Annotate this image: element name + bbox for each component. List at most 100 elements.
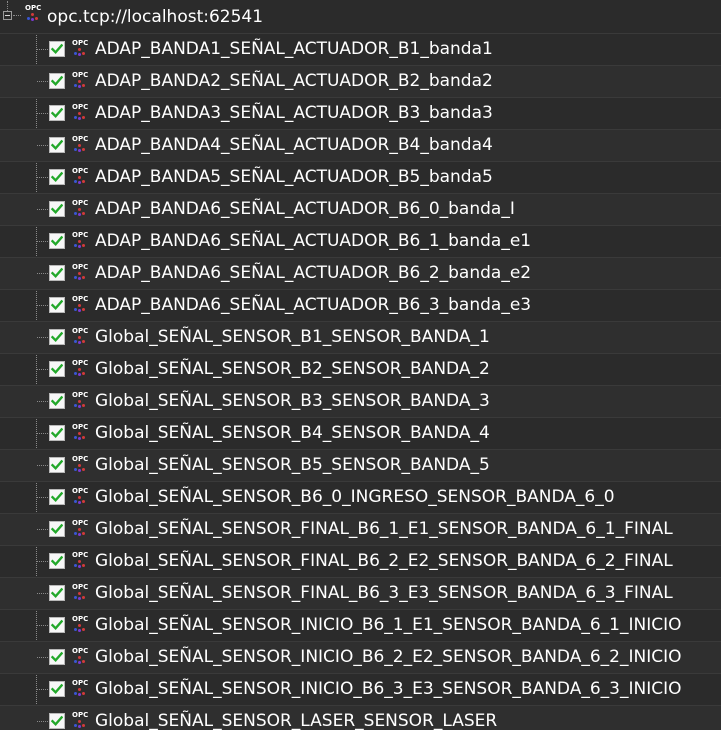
tree-item[interactable]: OPC ADAP_BANDA6_SEÑAL_ACTUADOR_B6_1_banda… — [0, 225, 721, 257]
tree-item-label: Global_SEÑAL_SENSOR_B3_SENSOR_BANDA_3 — [95, 391, 490, 411]
tree-item[interactable]: OPC Global_SEÑAL_SENSOR_B2_SENSOR_BANDA_2 — [0, 353, 721, 385]
item-checkbox[interactable] — [49, 73, 65, 89]
tree-item[interactable]: OPC Global_SEÑAL_SENSOR_LASER_SENSOR_LASE… — [0, 705, 721, 730]
checkmark-icon — [51, 523, 63, 535]
tree-item[interactable]: OPC Global_SEÑAL_SENSOR_B6_0_INGRESO_SENS… — [0, 481, 721, 513]
checkmark-icon — [51, 459, 63, 471]
opc-tag-icon: OPC — [70, 711, 90, 730]
tree-item[interactable]: OPC Global_SEÑAL_SENSOR_INICIO_B6_3_E3_SE… — [0, 673, 721, 705]
tree-item-label: Global_SEÑAL_SENSOR_FINAL_B6_1_E1_SENSOR… — [95, 519, 673, 539]
tree-item[interactable]: OPC Global_SEÑAL_SENSOR_FINAL_B6_2_E2_SEN… — [0, 545, 721, 577]
tree-guide-line — [37, 593, 48, 595]
tree-item[interactable]: OPC ADAP_BANDA3_SEÑAL_ACTUADOR_B3_banda3 — [0, 97, 721, 129]
item-checkbox[interactable] — [49, 649, 65, 665]
tree-item[interactable]: OPC Global_SEÑAL_SENSOR_FINAL_B6_3_E3_SEN… — [0, 577, 721, 609]
opc-tag-icon: OPC — [70, 647, 90, 667]
tree-item[interactable]: OPC ADAP_BANDA6_SEÑAL_ACTUADOR_B6_0_banda… — [0, 193, 721, 225]
tree-guide-line — [37, 305, 48, 307]
tree-guide-line — [37, 145, 48, 147]
opc-tag-icon: OPC — [70, 39, 90, 59]
tree-item-label: ADAP_BANDA6_SEÑAL_ACTUADOR_B6_2_banda_e2 — [95, 263, 532, 283]
tree-guide-line — [37, 369, 48, 371]
item-checkbox[interactable] — [49, 201, 65, 217]
opc-tag-icon: OPC — [70, 391, 90, 411]
opc-tag-icon: OPC — [70, 135, 90, 155]
item-checkbox[interactable] — [49, 553, 65, 569]
checkmark-icon — [51, 587, 63, 599]
checkmark-icon — [51, 171, 63, 183]
opc-tag-icon: OPC — [70, 199, 90, 219]
item-checkbox[interactable] — [49, 585, 65, 601]
item-checkbox[interactable] — [49, 137, 65, 153]
item-checkbox[interactable] — [49, 329, 65, 345]
tree-item[interactable]: OPC Global_SEÑAL_SENSOR_B5_SENSOR_BANDA_5 — [0, 449, 721, 481]
tree-item[interactable]: OPC ADAP_BANDA6_SEÑAL_ACTUADOR_B6_2_banda… — [0, 257, 721, 289]
opc-tag-icon: OPC — [70, 583, 90, 603]
checkmark-icon — [51, 75, 63, 87]
tree-item[interactable]: OPC Global_SEÑAL_SENSOR_B1_SENSOR_BANDA_1 — [0, 321, 721, 353]
tree-item[interactable]: OPC ADAP_BANDA6_SEÑAL_ACTUADOR_B6_3_banda… — [0, 289, 721, 321]
opc-server-icon: OPC — [23, 4, 43, 24]
item-checkbox[interactable] — [49, 681, 65, 697]
tree-item-label: ADAP_BANDA3_SEÑAL_ACTUADOR_B3_banda3 — [95, 103, 493, 123]
tree-guide-line — [37, 529, 48, 531]
checkmark-icon — [51, 427, 63, 439]
opc-tag-icon: OPC — [70, 359, 90, 379]
tree-guide-line — [37, 49, 48, 51]
item-checkbox[interactable] — [49, 457, 65, 473]
item-checkbox[interactable] — [49, 361, 65, 377]
tree-item[interactable]: OPC Global_SEÑAL_SENSOR_B3_SENSOR_BANDA_3 — [0, 385, 721, 417]
item-checkbox[interactable] — [49, 489, 65, 505]
opc-tag-icon: OPC — [70, 231, 90, 251]
checkmark-icon — [51, 683, 63, 695]
tree-guide-line — [37, 273, 48, 275]
opc-tag-icon: OPC — [70, 487, 90, 507]
opc-tag-icon: OPC — [70, 327, 90, 347]
item-checkbox[interactable] — [49, 265, 65, 281]
tree-item-label: Global_SEÑAL_SENSOR_LASER_SENSOR_LASER — [95, 711, 498, 730]
tree-item[interactable]: OPC ADAP_BANDA5_SEÑAL_ACTUADOR_B5_banda5 — [0, 161, 721, 193]
tree-guide-line — [7, 1, 9, 11]
item-checkbox[interactable] — [49, 617, 65, 633]
tree-item[interactable]: OPC ADAP_BANDA1_SEÑAL_ACTUADOR_B1_banda1 — [0, 33, 721, 65]
opc-tag-icon: OPC — [70, 679, 90, 699]
tree-item-label: Global_SEÑAL_SENSOR_FINAL_B6_3_E3_SENSOR… — [95, 583, 673, 603]
tree-item[interactable]: OPC ADAP_BANDA2_SEÑAL_ACTUADOR_B2_banda2 — [0, 65, 721, 97]
tree-item[interactable]: OPC Global_SEÑAL_SENSOR_FINAL_B6_1_E1_SEN… — [0, 513, 721, 545]
checkmark-icon — [51, 43, 63, 55]
checkmark-icon — [51, 235, 63, 247]
tree-item[interactable]: OPC Global_SEÑAL_SENSOR_INICIO_B6_2_E2_SE… — [0, 641, 721, 673]
item-checkbox[interactable] — [49, 297, 65, 313]
item-checkbox[interactable] — [49, 521, 65, 537]
tree-item-label: Global_SEÑAL_SENSOR_B1_SENSOR_BANDA_1 — [95, 327, 490, 347]
checkmark-icon — [51, 715, 63, 727]
item-checkbox[interactable] — [49, 425, 65, 441]
tree-item[interactable]: OPC Global_SEÑAL_SENSOR_INICIO_B6_1_E1_SE… — [0, 609, 721, 641]
tree-guide-line — [37, 689, 48, 691]
item-checkbox[interactable] — [49, 169, 65, 185]
tree-item[interactable]: OPC ADAP_BANDA4_SEÑAL_ACTUADOR_B4_banda4 — [0, 129, 721, 161]
tree-guide-line — [37, 81, 48, 83]
tree-item-label: ADAP_BANDA5_SEÑAL_ACTUADOR_B5_banda5 — [95, 167, 493, 187]
tree-item-label: ADAP_BANDA6_SEÑAL_ACTUADOR_B6_0_banda_I — [95, 199, 515, 219]
tree-guide-line — [37, 241, 48, 243]
checkmark-icon — [51, 395, 63, 407]
collapse-toggle-icon[interactable] — [3, 11, 12, 20]
tree-item-label: ADAP_BANDA1_SEÑAL_ACTUADOR_B1_banda1 — [95, 39, 493, 59]
item-checkbox[interactable] — [49, 393, 65, 409]
item-checkbox[interactable] — [49, 41, 65, 57]
item-checkbox[interactable] — [49, 233, 65, 249]
tree-item[interactable]: OPC Global_SEÑAL_SENSOR_B4_SENSOR_BANDA_4 — [0, 417, 721, 449]
item-checkbox[interactable] — [49, 713, 65, 729]
root-node-label: opc.tcp://localhost:62541 — [47, 7, 264, 27]
item-checkbox[interactable] — [49, 105, 65, 121]
tree-guide-line — [37, 113, 48, 115]
opc-tree-view: OPC opc.tcp://localhost:62541 OPC ADAP_BA… — [0, 0, 721, 730]
opc-tag-icon: OPC — [70, 551, 90, 571]
opc-tag-icon: OPC — [70, 71, 90, 91]
opc-tag-icon: OPC — [70, 103, 90, 123]
tree-root-node[interactable]: OPC opc.tcp://localhost:62541 — [0, 1, 721, 33]
opc-tag-icon: OPC — [70, 455, 90, 475]
tree-item-label: Global_SEÑAL_SENSOR_INICIO_B6_2_E2_SENSO… — [95, 647, 682, 667]
tree-guide-line — [37, 721, 48, 723]
